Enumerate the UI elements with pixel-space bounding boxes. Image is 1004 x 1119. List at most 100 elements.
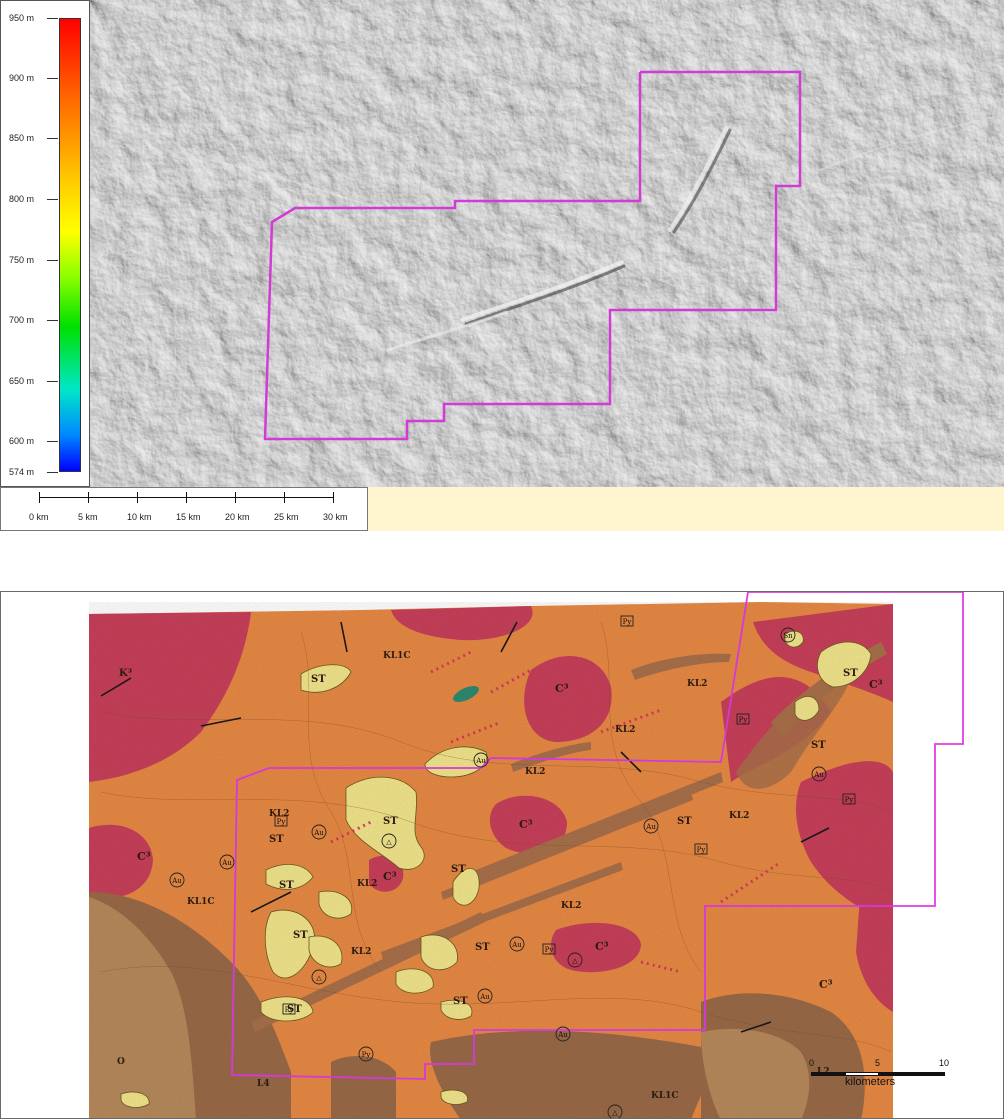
scale-tick xyxy=(284,492,285,503)
svg-text:△: △ xyxy=(386,838,392,846)
py-symbol: Py xyxy=(694,843,708,855)
geologic-map-panel: Au Au Au Au Au Au Au Au Au Py Py Py Py P… xyxy=(0,591,1004,1119)
scale-segment xyxy=(878,1073,944,1075)
scale-label: 15 km xyxy=(176,512,201,522)
scale-unit: kilometers xyxy=(845,1076,896,1088)
unit-label-st: ST xyxy=(843,668,858,679)
elevation-legend-tick xyxy=(47,472,58,473)
svg-text:△: △ xyxy=(572,957,578,965)
scale-segment xyxy=(812,1073,846,1075)
elevation-legend-tick xyxy=(47,199,58,200)
unit-label-kl2: KL2 xyxy=(525,767,545,777)
unit-label-kl2: KL2 xyxy=(561,901,581,911)
unit-label-klic: KL1C xyxy=(383,651,411,661)
unit-label-st: ST xyxy=(383,816,398,827)
svg-text:Py: Py xyxy=(623,618,632,626)
unit-label-l4: L4 xyxy=(257,1079,270,1089)
svg-text:Py: Py xyxy=(277,818,286,826)
scale-label: 20 km xyxy=(225,512,250,522)
scale-tick xyxy=(333,492,334,503)
unit-label-o: O xyxy=(117,1057,125,1067)
scale-label: 5 xyxy=(875,1058,881,1068)
elevation-legend-label: 850 m xyxy=(9,133,35,143)
svg-text:Py: Py xyxy=(362,1051,371,1059)
py-symbol: Py xyxy=(842,793,856,805)
elevation-legend-label: 750 m xyxy=(9,255,35,265)
scale-bar-bottom: 0 5 10 kilometers xyxy=(807,1058,957,1102)
unit-label-kl2: KL2 xyxy=(351,947,371,957)
unit-label-c3: C³ xyxy=(595,940,609,953)
hillshade-texture xyxy=(90,0,1004,487)
svg-text:Au: Au xyxy=(479,993,490,1001)
svg-text:Py: Py xyxy=(845,796,854,804)
elevation-legend-tick xyxy=(47,78,58,79)
py-symbol: Py xyxy=(620,615,634,627)
unit-label-c3: C³ xyxy=(819,978,833,991)
scale-label: 30 km xyxy=(323,512,348,522)
unit-label-st: ST xyxy=(451,864,466,875)
unit-label-st: ST xyxy=(453,996,468,1007)
unit-label-st: ST xyxy=(811,740,826,751)
elevation-legend-label: 700 m xyxy=(9,315,35,325)
svg-text:△: △ xyxy=(316,974,322,982)
unit-label-k3: K³ xyxy=(119,668,132,679)
elevation-legend-label: 800 m xyxy=(9,194,35,204)
elevation-legend-label: 950 m xyxy=(9,13,35,23)
elevation-legend-tick xyxy=(47,320,58,321)
geologic-map: Au Au Au Au Au Au Au Au Au Py Py Py Py P… xyxy=(89,592,964,1118)
svg-text:Py: Py xyxy=(739,716,748,724)
unit-label-c3: C³ xyxy=(519,818,533,831)
paper-texture xyxy=(89,602,893,1118)
unit-label-kl2: KL2 xyxy=(269,809,289,819)
unit-label-st: ST xyxy=(293,930,308,941)
svg-text:Au: Au xyxy=(511,941,522,949)
unit-label-klic: KL1C xyxy=(187,897,215,907)
scale-label: 0 km xyxy=(29,512,49,522)
scale-bar-top: 0 km 5 km 10 km 15 km 20 km 25 km 30 km xyxy=(0,487,368,531)
unit-label-kl2: KL2 xyxy=(729,811,749,821)
svg-text:Au: Au xyxy=(557,1031,568,1039)
elevation-legend-label: 600 m xyxy=(9,436,35,446)
svg-text:Au: Au xyxy=(475,757,486,765)
empty-banner xyxy=(368,487,1004,531)
elevation-legend-label: 650 m xyxy=(9,376,35,386)
scale-label: 10 km xyxy=(127,512,152,522)
svg-text:Au: Au xyxy=(813,771,824,779)
unit-label-st: ST xyxy=(269,834,284,845)
svg-text:Py: Py xyxy=(697,846,706,854)
unit-label-c3: C³ xyxy=(869,678,883,691)
unit-label-c3: C³ xyxy=(555,682,569,695)
unit-label-st: ST xyxy=(311,674,326,685)
svg-text:△: △ xyxy=(612,1109,618,1117)
svg-text:Py: Py xyxy=(545,946,554,954)
scale-tick xyxy=(88,492,89,503)
elevation-legend: 950 m 900 m 850 m 800 m 750 m 700 m 650 m 600 m… xyxy=(0,0,90,487)
scale-tick xyxy=(137,492,138,503)
scale-tick xyxy=(235,492,236,503)
svg-text:Au: Au xyxy=(171,877,182,885)
elevation-legend-tick xyxy=(47,18,58,19)
elevation-legend-tick xyxy=(47,138,58,139)
scale-tick xyxy=(39,492,40,503)
elevation-legend-tick xyxy=(47,260,58,261)
hillshade-map-panel: 950 m 900 m 850 m 800 m 750 m 700 m 650 m 600 m… xyxy=(0,0,1004,532)
unit-label-kl2: KL2 xyxy=(687,679,707,689)
unit-label-st: ST xyxy=(287,1004,302,1015)
scale-label: 0 xyxy=(809,1058,815,1068)
unit-label-st: ST xyxy=(475,942,490,953)
elevation-legend-label: 900 m xyxy=(9,73,35,83)
unit-label-c3: C³ xyxy=(383,870,397,883)
scale-label: 5 km xyxy=(78,512,98,522)
svg-text:Au: Au xyxy=(313,829,324,837)
scale-label: 10 xyxy=(939,1058,950,1068)
unit-label-st: ST xyxy=(279,880,294,891)
hillshade-relief-map xyxy=(90,0,1004,487)
elevation-legend-tick xyxy=(47,381,58,382)
unit-label-st: ST xyxy=(677,816,692,827)
unit-label-klic: KL1C xyxy=(651,1091,679,1101)
elevation-legend-tick xyxy=(47,441,58,442)
unit-label-kl2: KL2 xyxy=(615,725,635,735)
unit-label-c3: C³ xyxy=(137,850,151,863)
unit-label-kl2: KL2 xyxy=(357,879,377,889)
scale-tick xyxy=(186,492,187,503)
